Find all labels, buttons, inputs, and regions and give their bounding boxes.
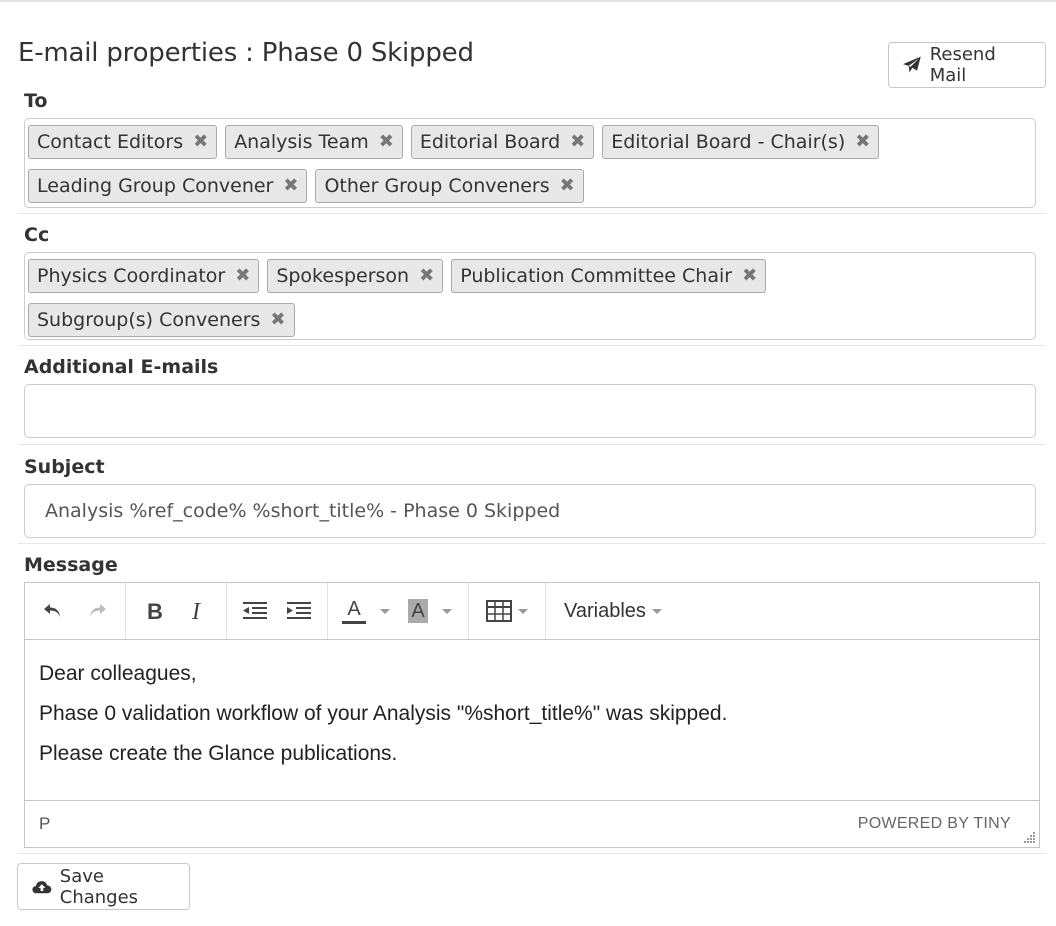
section-divider [18, 853, 1046, 854]
tag-label: Editorial Board - Chair(s) [611, 131, 846, 153]
remove-tag-icon[interactable]: ✖ [283, 177, 298, 195]
text-color-glyph: A [347, 597, 361, 620]
element-path[interactable]: P [39, 814, 50, 834]
tag-label: Physics Coordinator [37, 265, 226, 287]
resend-mail-button[interactable]: Resend Mail [888, 42, 1046, 88]
remove-tag-icon[interactable]: ✖ [419, 267, 434, 285]
chevron-down-icon [441, 608, 452, 614]
tag-label: Contact Editors [37, 131, 184, 153]
message-label: Message [24, 554, 118, 576]
background-color-glyph: A [408, 599, 428, 623]
tag-label: Editorial Board [419, 131, 561, 153]
subject-input[interactable]: Analysis %ref_code% %short_title% - Phas… [24, 484, 1036, 538]
tag-label: Publication Committee Chair [460, 265, 733, 287]
remove-tag-icon[interactable]: ✖ [193, 133, 208, 151]
to-tag: Analysis Team ✖ [225, 125, 403, 159]
indent-group [227, 583, 328, 639]
redo-button[interactable] [77, 591, 117, 631]
bold-icon: B [147, 599, 163, 623]
section-divider [18, 213, 1046, 214]
variables-label: Variables [564, 599, 646, 622]
color-group: A A [328, 583, 469, 639]
message-paragraph: Phase 0 validation workflow of your Anal… [39, 702, 728, 725]
to-tag: Contact Editors ✖ [28, 125, 218, 159]
redo-icon [90, 604, 106, 617]
text-color-button[interactable]: A [336, 591, 396, 631]
outdent-icon [243, 602, 267, 619]
remove-tag-icon[interactable]: ✖ [855, 133, 870, 151]
resize-handle-icon[interactable] [1022, 830, 1036, 844]
remove-tag-icon[interactable]: ✖ [235, 267, 250, 285]
cc-recipients-field[interactable]: Physics Coordinator ✖ Spokesperson ✖ Publi… [24, 252, 1036, 340]
message-paragraph: Dear colleagues, [39, 662, 197, 685]
format-group: B I [126, 583, 227, 639]
cc-tag: Spokesperson ✖ [267, 259, 444, 293]
to-tag: Editorial Board ✖ [410, 125, 595, 159]
undo-icon [44, 604, 60, 617]
remove-tag-icon[interactable]: ✖ [270, 311, 285, 329]
message-paragraph: Please create the Glance publications. [39, 742, 398, 765]
editor-toolbar: B I A A Variables [25, 583, 1039, 640]
cc-label: Cc [24, 224, 50, 246]
chevron-down-icon [380, 608, 390, 614]
table-group [469, 583, 546, 639]
cc-tag: Publication Committee Chair ✖ [451, 259, 767, 293]
background-color-button[interactable]: A [400, 591, 460, 631]
remove-tag-icon[interactable]: ✖ [560, 177, 575, 195]
tag-label: Spokesperson [276, 265, 410, 287]
variables-group: Variables [546, 583, 680, 639]
to-label: To [24, 90, 48, 112]
remove-tag-icon[interactable]: ✖ [379, 133, 394, 151]
indent-icon [287, 602, 311, 619]
undo-button[interactable] [33, 591, 73, 631]
indent-button[interactable] [279, 591, 319, 631]
table-button[interactable] [477, 591, 537, 631]
save-changes-label: Save Changes [59, 865, 139, 908]
resend-mail-label: Resend Mail [929, 44, 996, 86]
outdent-button[interactable] [235, 591, 275, 631]
variables-menu[interactable]: Variables [554, 600, 672, 623]
paper-plane-icon [903, 56, 921, 73]
save-changes-button[interactable]: Save Changes [17, 863, 190, 910]
cc-tag: Subgroup(s) Conveners ✖ [28, 303, 295, 337]
cloud-upload-icon [32, 880, 52, 893]
chevron-down-icon [518, 608, 528, 614]
svg-text:I: I [191, 599, 201, 623]
to-tag: Editorial Board - Chair(s) ✖ [602, 125, 880, 159]
tag-label: Leading Group Convener [37, 175, 274, 197]
tag-label: Subgroup(s) Conveners [37, 309, 261, 331]
powered-by-link[interactable]: POWERED BY TINY [858, 815, 1011, 833]
editor-statusbar: P POWERED BY TINY [25, 800, 1039, 847]
message-body[interactable]: Dear colleagues, Phase 0 validation work… [25, 640, 1039, 800]
message-editor: B I A A Variables Dear colleagues, Phase… [24, 582, 1040, 848]
remove-tag-icon[interactable]: ✖ [570, 133, 585, 151]
page-title: E-mail properties : Phase 0 Skipped [18, 38, 474, 68]
cc-tag: Physics Coordinator ✖ [28, 259, 260, 293]
svg-text:B: B [147, 599, 163, 623]
to-tag: Other Group Conveners ✖ [315, 169, 584, 203]
remove-tag-icon[interactable]: ✖ [742, 267, 757, 285]
additional-emails-label: Additional E-mails [24, 356, 219, 378]
history-group [25, 583, 126, 639]
table-icon [486, 600, 512, 622]
to-recipients-field[interactable]: Contact Editors ✖ Analysis Team ✖ Editoria… [24, 118, 1036, 208]
background-color-icon: A [408, 599, 428, 623]
chevron-down-icon [651, 608, 662, 614]
subject-label: Subject [24, 456, 105, 478]
top-divider [0, 0, 1056, 2]
text-color-icon: A [342, 599, 366, 624]
section-divider [18, 345, 1046, 346]
italic-icon: I [191, 599, 201, 623]
tag-label: Other Group Conveners [324, 175, 550, 197]
section-divider [18, 444, 1046, 445]
bold-button[interactable]: B [134, 591, 174, 631]
italic-button[interactable]: I [178, 591, 218, 631]
section-divider [18, 543, 1046, 544]
tag-label: Analysis Team [234, 131, 369, 153]
text-color-swatch [342, 620, 366, 624]
to-tag: Leading Group Convener ✖ [28, 169, 308, 203]
additional-emails-input[interactable] [24, 384, 1036, 438]
